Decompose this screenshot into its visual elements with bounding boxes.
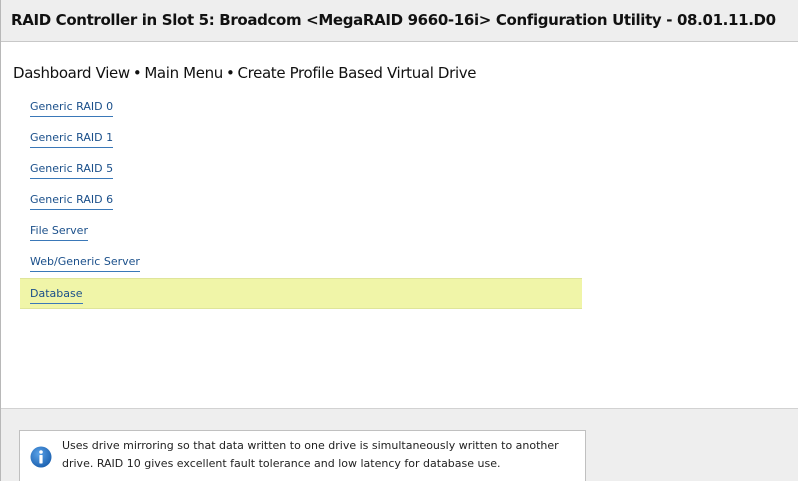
breadcrumb-item-dashboard-view[interactable]: Dashboard View xyxy=(13,64,130,82)
window-title: RAID Controller in Slot 5: Broadcom <Meg… xyxy=(11,11,776,29)
menu-item-link[interactable]: Generic RAID 5 xyxy=(30,162,114,179)
menu-item-database-selected[interactable]: Database xyxy=(20,278,582,309)
menu-item-link[interactable]: Generic RAID 0 xyxy=(30,100,114,117)
breadcrumb-item-current-page: Create Profile Based Virtual Drive xyxy=(237,64,477,82)
help-message-box: Uses drive mirroring so that data writte… xyxy=(19,430,586,481)
menu-item-web-generic-server[interactable]: Web/Generic Server xyxy=(20,247,582,278)
help-text: Uses drive mirroring so that data writte… xyxy=(62,439,559,470)
menu-item-generic-raid-5[interactable]: Generic RAID 5 xyxy=(20,154,582,185)
breadcrumb-separator: • xyxy=(225,64,235,82)
configuration-utility-window: RAID Controller in Slot 5: Broadcom <Meg… xyxy=(0,0,798,481)
menu-item-link[interactable]: Web/Generic Server xyxy=(30,255,140,272)
menu-item-link[interactable]: Generic RAID 6 xyxy=(30,193,114,210)
menu-item-generic-raid-6[interactable]: Generic RAID 6 xyxy=(20,185,582,216)
profile-menu-list: Generic RAID 0 Generic RAID 1 Generic RA… xyxy=(20,92,582,309)
info-icon xyxy=(30,446,52,468)
title-bar: RAID Controller in Slot 5: Broadcom <Meg… xyxy=(1,0,798,42)
breadcrumb-separator: • xyxy=(132,64,142,82)
help-panel: Uses drive mirroring so that data writte… xyxy=(1,408,798,481)
menu-item-link[interactable]: File Server xyxy=(30,224,88,241)
menu-item-link[interactable]: Database xyxy=(30,287,83,304)
menu-item-link[interactable]: Generic RAID 1 xyxy=(30,131,114,148)
breadcrumb: Dashboard View • Main Menu • Create Profile … xyxy=(13,64,477,82)
menu-item-file-server[interactable]: File Server xyxy=(20,216,582,247)
breadcrumb-item-main-menu[interactable]: Main Menu xyxy=(144,64,223,82)
menu-item-generic-raid-1[interactable]: Generic RAID 1 xyxy=(20,123,582,154)
menu-item-generic-raid-0[interactable]: Generic RAID 0 xyxy=(20,92,582,123)
